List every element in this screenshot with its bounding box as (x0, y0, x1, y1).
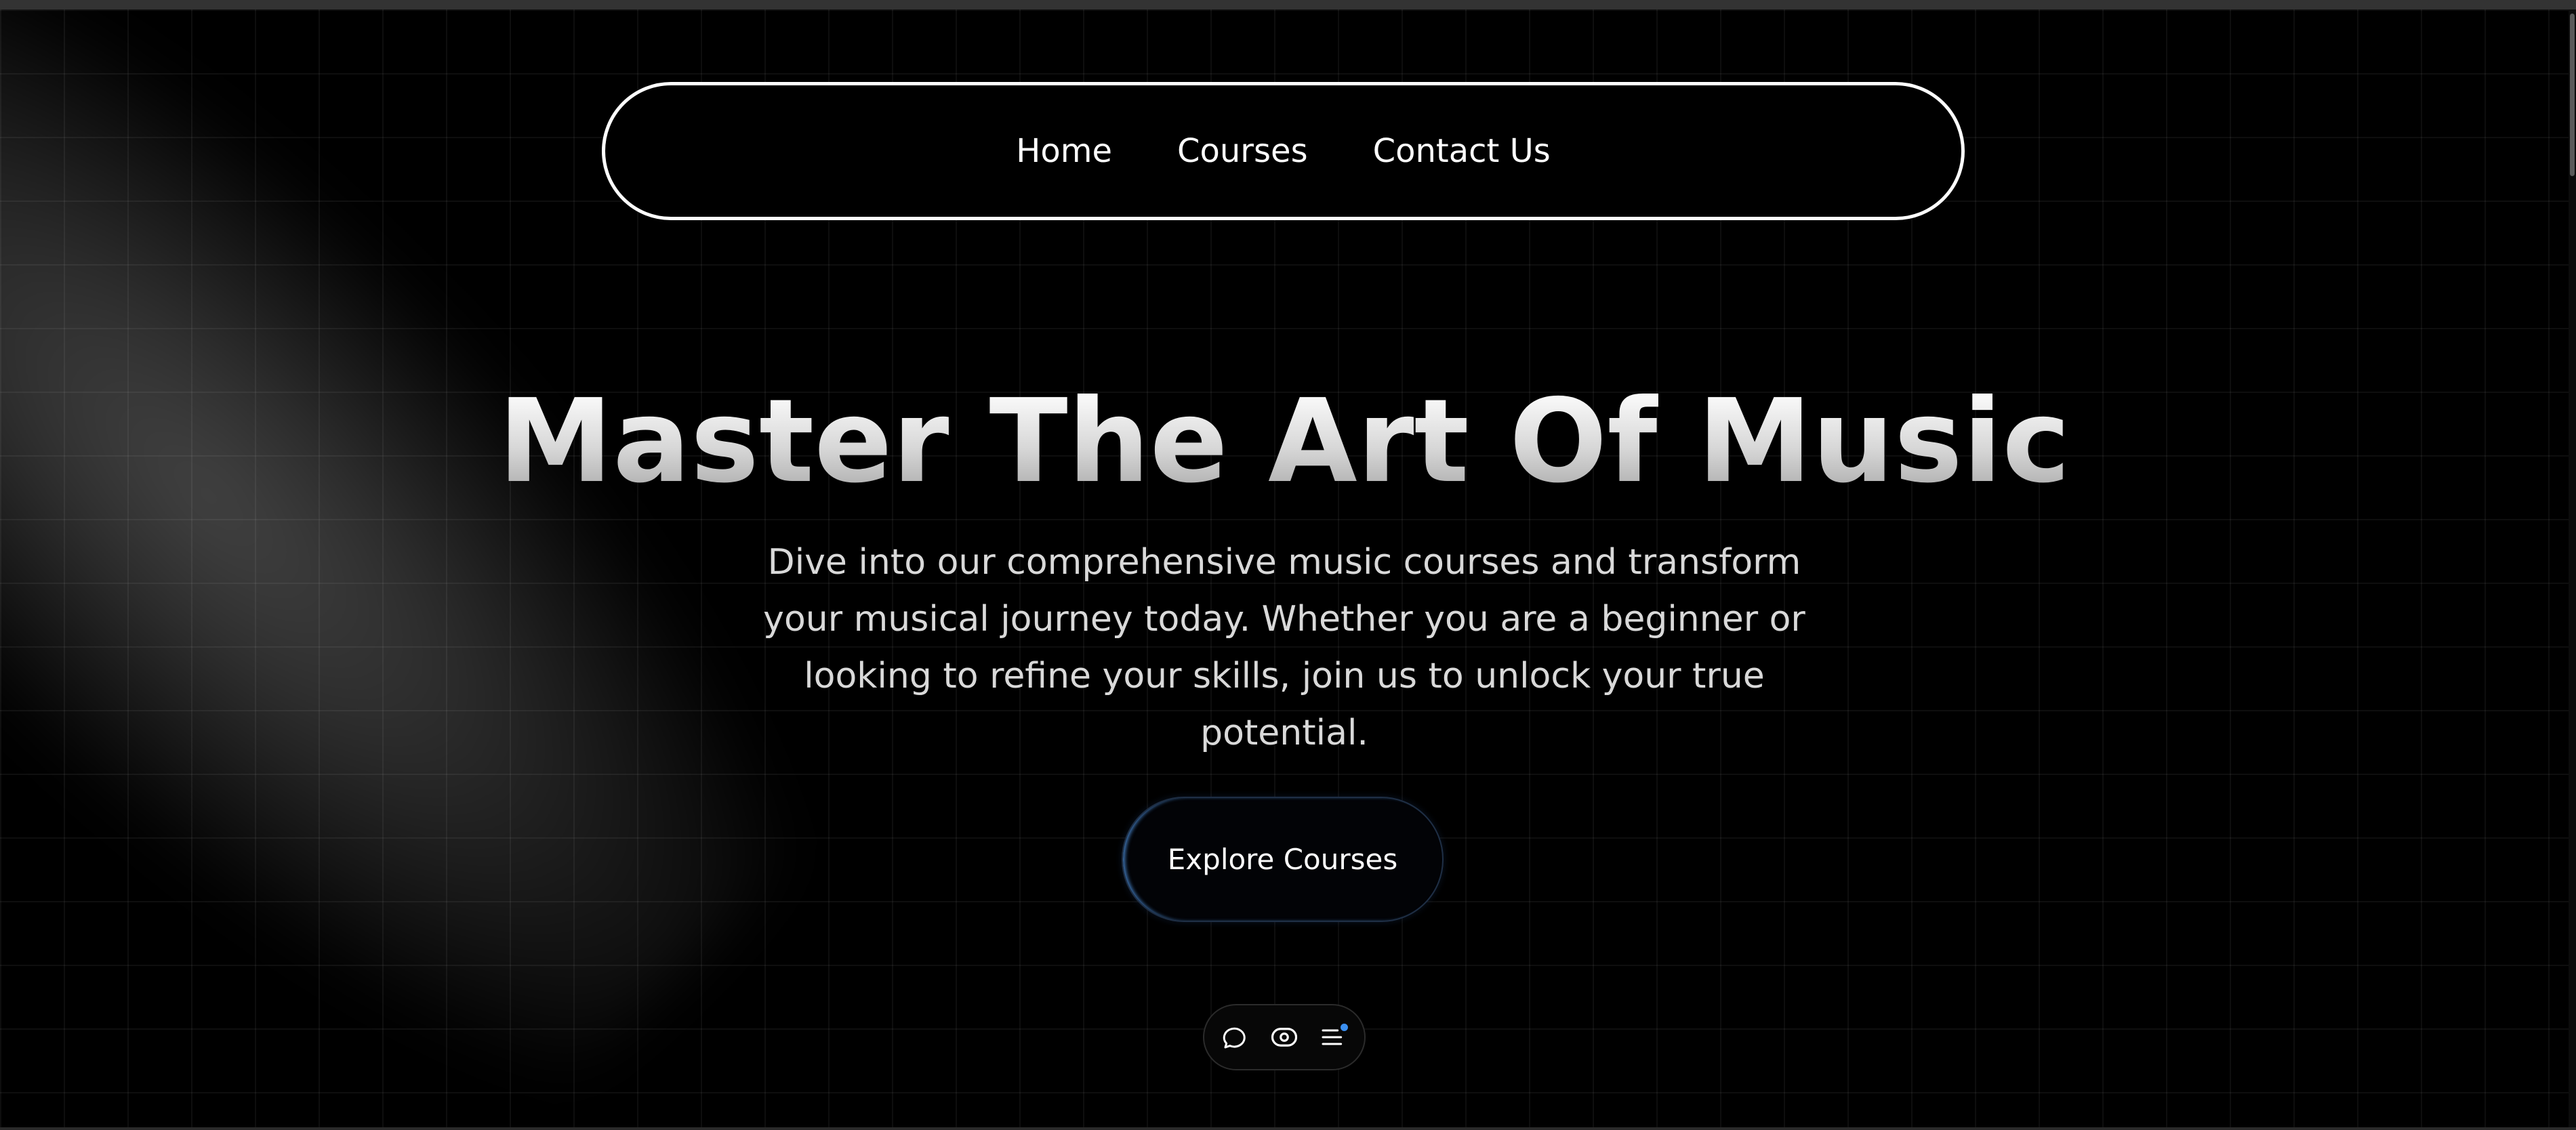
page-scrollbar[interactable] (2569, 9, 2576, 1127)
notification-dot (1341, 1024, 1348, 1031)
hero-title: Master The Art Of Music (0, 374, 2569, 509)
hero-section: Home Courses Contact Us Master The Art O… (0, 9, 2569, 1127)
floating-toolbar (1203, 1004, 1366, 1070)
nav-item-contact-us[interactable]: Contact Us (1373, 132, 1551, 170)
browser-top-bar (0, 0, 2576, 9)
menu-list-icon[interactable] (1317, 1021, 1349, 1053)
chat-bubble-icon[interactable] (1219, 1021, 1252, 1053)
main-navbar: Home Courses Contact Us (602, 82, 1965, 220)
scrollbar-thumb[interactable] (2570, 14, 2575, 176)
explore-courses-button[interactable]: Explore Courses (1122, 797, 1444, 922)
nav-item-home[interactable]: Home (1016, 132, 1112, 170)
page-bottom-edge (0, 1127, 2576, 1130)
eye-toggle-icon[interactable] (1268, 1021, 1301, 1053)
nav-item-courses[interactable]: Courses (1177, 132, 1308, 170)
hero-description: Dive into our comprehensive music course… (763, 542, 1805, 753)
